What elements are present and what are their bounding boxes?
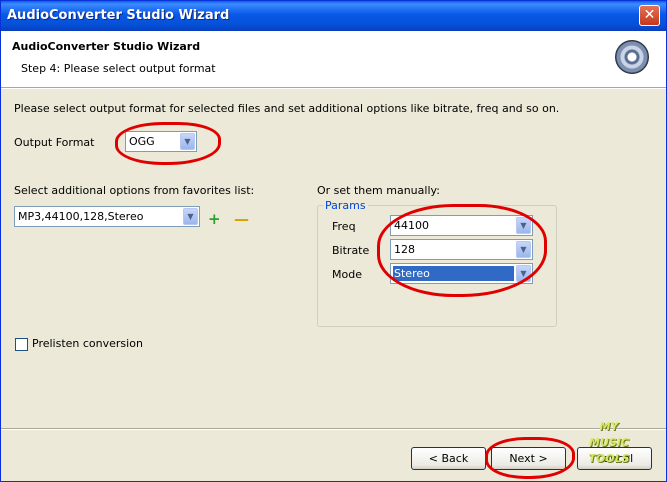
close-icon: ✕ (643, 7, 656, 23)
next-button[interactable]: Next > (491, 447, 566, 470)
manual-label: Or set them manually: (317, 184, 440, 197)
watermark-line3: TOOLS (588, 452, 630, 465)
chevron-down-icon[interactable]: ▼ (516, 241, 531, 258)
watermark-line1: MY (599, 420, 619, 433)
intro-text: Please select output format for selected… (14, 102, 560, 115)
header-title: AudioConverter Studio Wizard (12, 40, 201, 53)
favorites-value: MP3,44100,128,Stereo (18, 210, 144, 223)
watermark-logo: MY MUSIC TOOLS (556, 419, 662, 479)
cd-icon (615, 40, 649, 74)
wizard-window: AudioConverter Studio Wizard ✕ AudioConv… (0, 0, 667, 482)
chevron-down-icon[interactable]: ▼ (183, 208, 198, 225)
mode-label: Mode (332, 268, 362, 281)
freq-dropdown[interactable]: 44100 ▼ (390, 215, 533, 236)
output-format-value: OGG (129, 135, 155, 148)
freq-value: 44100 (394, 219, 429, 232)
output-format-label: Output Format (14, 136, 95, 149)
chevron-down-icon[interactable]: ▼ (180, 133, 195, 150)
prelisten-checkbox-row[interactable]: Prelisten conversion (15, 337, 143, 351)
freq-label: Freq (332, 220, 356, 233)
close-button[interactable]: ✕ (639, 5, 660, 26)
window-title: AudioConverter Studio Wizard (7, 8, 230, 23)
favorites-dropdown[interactable]: MP3,44100,128,Stereo ▼ (14, 206, 200, 227)
bitrate-dropdown[interactable]: 128 ▼ (390, 239, 533, 260)
bitrate-value: 128 (394, 243, 415, 256)
prelisten-label: Prelisten conversion (32, 337, 143, 350)
wizard-header: AudioConverter Studio Wizard Step 4: Ple… (1, 31, 666, 88)
mode-dropdown[interactable]: Stereo ▼ (390, 263, 533, 284)
favorites-label: Select additional options from favorites… (14, 184, 255, 197)
mode-value: Stereo (393, 266, 514, 281)
bitrate-label: Bitrate (332, 244, 370, 257)
step-description: Step 4: Please select output format (21, 62, 216, 75)
output-format-dropdown[interactable]: OGG ▼ (125, 131, 197, 152)
chevron-down-icon[interactable]: ▼ (516, 265, 531, 282)
title-bar[interactable]: AudioConverter Studio Wizard ✕ (1, 1, 666, 31)
header-divider (1, 88, 666, 89)
remove-favorite-icon[interactable]: — (234, 210, 249, 228)
watermark-line2: MUSIC (589, 436, 629, 449)
add-favorite-icon[interactable]: + (208, 210, 221, 228)
prelisten-checkbox[interactable] (15, 337, 28, 351)
chevron-down-icon[interactable]: ▼ (516, 217, 531, 234)
params-group-title: Params (323, 199, 368, 212)
back-button[interactable]: < Back (411, 447, 486, 470)
